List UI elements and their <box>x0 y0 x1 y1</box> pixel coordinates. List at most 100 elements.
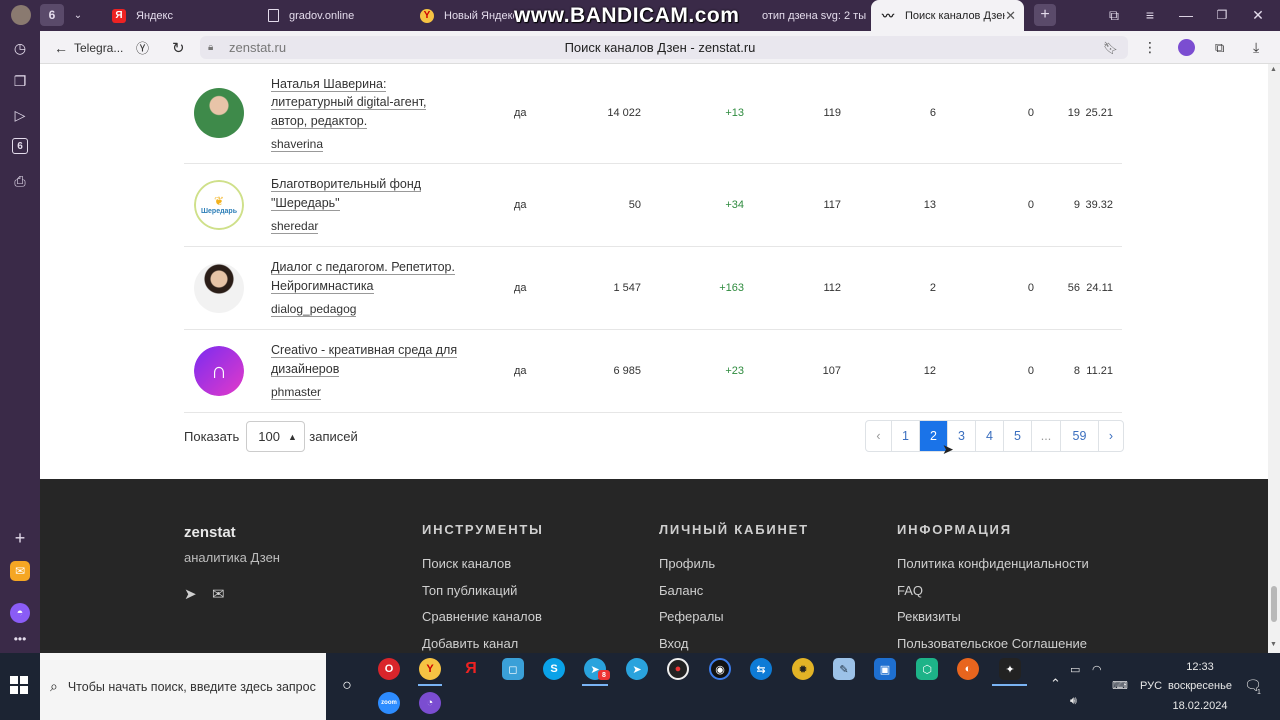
tab-new-yandex[interactable]: Y Новый Яндекс Б <box>410 0 514 31</box>
tab-gradov[interactable]: gradov.online <box>258 0 410 31</box>
close-icon[interactable]: ✕ <box>1005 8 1016 24</box>
new-tab-button[interactable]: + <box>1034 4 1056 26</box>
profile-avatar[interactable] <box>10 4 32 26</box>
footer-link-login[interactable]: Вход <box>659 635 809 653</box>
channel-name-text[interactable]: Диалог с педагогом. Репетитор. Нейрогимн… <box>271 260 455 294</box>
yandex-icon[interactable]: Ⓨ <box>136 31 149 64</box>
page-link-1[interactable]: 1 <box>891 421 919 451</box>
photo-viewer-icon[interactable]: ◻ <box>502 658 524 680</box>
screenshot-icon[interactable]: ⎙ <box>10 171 30 191</box>
minimize-button[interactable]: — <box>1176 4 1196 26</box>
firefox-icon[interactable]: ◐ <box>957 658 979 680</box>
keyboard-icon[interactable]: ⌨ <box>1112 679 1128 692</box>
extension-icon[interactable] <box>1178 31 1195 64</box>
footer-link-balance[interactable]: Баланс <box>659 582 809 609</box>
channel-row[interactable]: ∩ Creativo - креативная среда для дизайне… <box>184 329 1122 413</box>
page-link-59[interactable]: 59 <box>1060 421 1098 451</box>
page-link-5[interactable]: 5 <box>1003 421 1031 451</box>
channel-slug[interactable]: sheredar <box>271 219 319 234</box>
play-icon[interactable]: ▷ <box>10 105 30 125</box>
footer-link-privacy[interactable]: Политика конфиденциальности <box>897 555 1089 582</box>
footer-link-compare[interactable]: Сравнение каналов <box>422 608 544 635</box>
footer-link-top[interactable]: Топ публикаций <box>422 582 544 609</box>
channel-row[interactable]: Диалог с педагогом. Репетитор. Нейрогимн… <box>184 246 1122 330</box>
channel-name[interactable]: Благотворительный фонд "Шередарь" <box>271 175 461 212</box>
pagination-prev[interactable]: ‹ <box>866 421 891 451</box>
language-indicator[interactable]: РУС <box>1140 680 1162 692</box>
footer-link-terms[interactable]: Пользовательское Соглашение <box>897 635 1089 653</box>
channel-slug[interactable]: dialog_pedagog <box>271 302 357 317</box>
window-close-button[interactable]: ✕ <box>1248 4 1268 26</box>
mail-icon[interactable]: ✉ <box>212 585 225 603</box>
pagination-next[interactable]: › <box>1098 421 1123 451</box>
footer-link-search[interactable]: Поиск каналов <box>422 555 544 582</box>
window-app-icon[interactable]: ▣ <box>874 658 896 680</box>
translate-icon[interactable]: ⧉ <box>1215 31 1224 64</box>
channel-name-text[interactable]: Благотворительный фонд "Шередарь" <box>271 177 422 211</box>
channel-slug[interactable]: phmaster <box>271 385 322 400</box>
telegram-icon[interactable]: ➤ <box>184 585 197 603</box>
clock-time[interactable]: 12:33 <box>1172 661 1228 673</box>
tab-collections-icon[interactable]: ⧉ <box>1104 4 1124 26</box>
kebab-menu-icon[interactable]: ⋮ <box>1143 31 1157 64</box>
channel-name-text[interactable]: Creativo - креативная среда для дизайнер… <box>271 343 458 377</box>
windows-start-icon[interactable] <box>10 676 28 694</box>
scrollbar-thumb[interactable] <box>1271 586 1277 622</box>
collections-icon[interactable]: ❐ <box>10 71 30 91</box>
footer-link-faq[interactable]: FAQ <box>897 582 1089 609</box>
tab-zenstat[interactable]: 〰 Поиск каналов Дзен ✕ <box>871 0 1024 31</box>
restore-button[interactable]: ❐ <box>1212 4 1232 26</box>
lock-icon[interactable]: 🔒︎ <box>208 31 213 64</box>
tab-dzen-logo[interactable]: отип дзена svg: 2 ты <box>760 0 870 31</box>
battery-icon[interactable]: ▭ <box>1070 663 1080 676</box>
tab-count-badge[interactable]: 6 <box>40 4 64 26</box>
figma-icon[interactable]: ✦ <box>999 658 1021 680</box>
channel-name[interactable]: Диалог с педагогом. Репетитор. Нейрогимн… <box>271 258 461 295</box>
channel-slug[interactable]: shaverina <box>271 137 324 152</box>
footer-link-add-channel[interactable]: Добавить канал <box>422 635 544 653</box>
scroll-down-icon[interactable]: ▼ <box>1270 641 1277 648</box>
channel-avatar[interactable] <box>194 88 244 139</box>
reload-icon[interactable]: ↻ <box>172 31 185 64</box>
page-size-select[interactable]: 100 ▲ <box>246 421 306 452</box>
clock-date[interactable]: 18.02.2024 <box>1164 700 1236 712</box>
obs-icon[interactable]: ◉ <box>709 658 731 680</box>
clock-day[interactable]: воскресенье <box>1164 680 1236 692</box>
tab-count-sidebar-icon[interactable]: 6 <box>12 138 28 154</box>
footer-link-requisites[interactable]: Реквизиты <box>897 608 1089 635</box>
green-app-icon[interactable]: ⬡ <box>916 658 938 680</box>
channel-name-text[interactable]: Наталья Шаверина: литературный digital-а… <box>271 76 427 129</box>
notepad-icon[interactable]: ✎ <box>833 658 855 680</box>
more-icon[interactable]: ••• <box>10 629 30 649</box>
channel-row[interactable]: Наталья Шаверина: литературный digital-а… <box>184 64 1122 164</box>
bandicam-icon[interactable]: ● <box>667 658 689 680</box>
tab-yandex[interactable]: Я Яндекс <box>102 0 257 31</box>
chevron-down-icon[interactable]: ⌄ <box>68 4 88 26</box>
skype-icon[interactable]: S <box>543 658 565 680</box>
channel-name[interactable]: Наталья Шаверина: литературный digital-а… <box>271 75 461 131</box>
opera-icon[interactable]: O <box>378 658 400 680</box>
menu-icon[interactable]: ≡ <box>1140 4 1160 26</box>
task-view-icon[interactable]: ○ <box>336 675 358 697</box>
page-scrollbar[interactable]: ▲ ▼ <box>1268 64 1280 653</box>
channel-avatar[interactable]: ❦ Шередарь <box>194 179 244 230</box>
footer-link-referrals[interactable]: Рефералы <box>659 608 809 635</box>
volume-icon[interactable]: 🔊︎ <box>1070 695 1077 708</box>
channel-avatar[interactable]: ∩ <box>194 345 244 396</box>
history-icon[interactable]: ◷ <box>10 38 30 58</box>
yandex-icon[interactable]: Я <box>460 658 482 680</box>
yandex-browser-icon[interactable]: Y <box>419 658 441 680</box>
bookmark-icon[interactable]: 🔖︎ <box>1103 31 1118 64</box>
channel-row[interactable]: ❦ Шередарь Благотворительный фонд "Шередар… <box>184 163 1122 247</box>
wifi-icon[interactable]: ◠ <box>1092 663 1102 676</box>
url-field[interactable] <box>200 36 1128 59</box>
telegram-icon[interactable]: ➤ <box>626 658 648 680</box>
footer-link-profile[interactable]: Профиль <box>659 555 809 582</box>
scroll-up-icon[interactable]: ▲ <box>1270 66 1277 73</box>
download-icon[interactable]: ⤓ <box>1253 31 1259 64</box>
channel-avatar[interactable] <box>194 262 244 313</box>
sun-app-icon[interactable]: ✹ <box>792 658 814 680</box>
mail-app-icon[interactable]: ✉ <box>10 561 30 581</box>
alice-icon[interactable]: ◓ <box>10 603 30 623</box>
page-link-4[interactable]: 4 <box>975 421 1003 451</box>
